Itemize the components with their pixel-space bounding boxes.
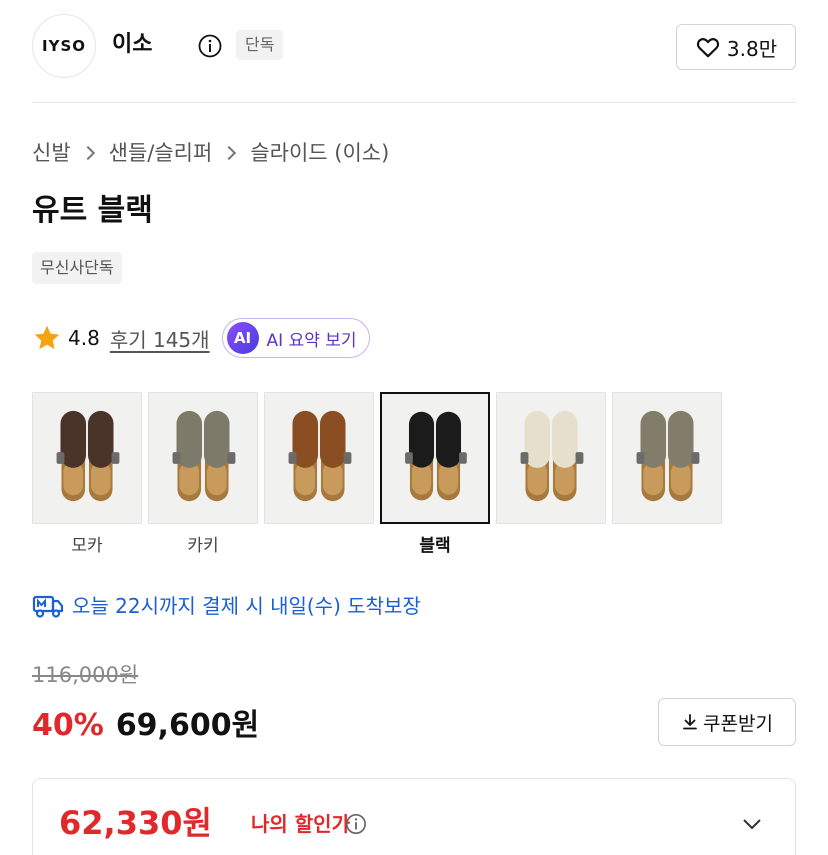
color-option-thumbnail[interactable] xyxy=(496,392,606,524)
info-icon[interactable] xyxy=(345,813,367,835)
clog-pair-image xyxy=(288,410,352,502)
clog-pair-image xyxy=(405,411,467,501)
chevron-right-icon xyxy=(80,145,95,161)
my-price-label: 나의 할인가 xyxy=(251,812,350,836)
color-option-thumbnail[interactable] xyxy=(380,392,490,524)
sale-price: 69,600원 xyxy=(115,708,260,743)
breadcrumb-item-slide[interactable]: 슬라이드 (이소) xyxy=(250,138,389,168)
color-option[interactable]: 블랙 xyxy=(380,392,490,558)
color-option-label: 모카 xyxy=(71,536,103,556)
rating-score: 4.8 xyxy=(68,326,100,350)
clog-pair-image xyxy=(56,410,120,502)
chevron-down-icon[interactable] xyxy=(741,813,763,835)
color-options: 모카 카키 블랙 xyxy=(32,392,722,558)
breadcrumb-item-sandals[interactable]: 샌들/슬리퍼 xyxy=(109,138,213,168)
clog-pair-image xyxy=(636,410,700,502)
delivery-guarantee: 오늘 22시까지 결제 시 내일(수) 도착보장 xyxy=(32,590,421,622)
divider xyxy=(32,102,796,103)
like-count: 3.8만 xyxy=(726,36,778,61)
clog-pair-image xyxy=(172,410,236,502)
color-option-thumbnail[interactable] xyxy=(264,392,374,524)
review-count-link[interactable]: 후기 145개 xyxy=(110,324,210,353)
brand-logo[interactable]: IYSO xyxy=(32,14,96,78)
star-icon xyxy=(34,325,60,350)
brand-header: IYSO 이소 단독 3.8만 xyxy=(32,14,796,78)
brand-exclusive-badge: 단독 xyxy=(236,30,284,60)
color-option[interactable] xyxy=(496,392,606,558)
color-option-thumbnail[interactable] xyxy=(148,392,258,524)
info-icon[interactable] xyxy=(198,34,222,58)
color-option-label: 블랙 xyxy=(419,536,451,556)
heart-icon xyxy=(696,38,719,58)
color-option[interactable]: 카키 xyxy=(148,392,258,558)
color-option[interactable]: 모카 xyxy=(32,392,142,558)
color-option[interactable] xyxy=(612,392,722,558)
color-option-thumbnail[interactable] xyxy=(612,392,722,524)
brand-name[interactable]: 이소 xyxy=(112,30,152,60)
delivery-text: 오늘 22시까지 결제 시 내일(수) 도착보장 xyxy=(72,594,421,618)
color-option[interactable] xyxy=(264,392,374,558)
coupon-button[interactable]: 쿠폰받기 xyxy=(658,698,796,746)
breadcrumb: 신발 샌들/슬리퍼 슬라이드 (이소) xyxy=(32,138,389,168)
product-title: 유트 블랙 xyxy=(32,193,153,228)
my-price-value: 62,330원 xyxy=(59,804,212,842)
ai-icon: AI xyxy=(226,322,259,354)
chevron-right-icon xyxy=(222,145,237,161)
breadcrumb-item-shoes[interactable]: 신발 xyxy=(32,138,71,168)
price-row: 40% 69,600원 xyxy=(32,700,259,744)
clog-pair-image xyxy=(520,410,584,502)
ai-summary-button[interactable]: AI AI 요약 보기 xyxy=(221,318,370,358)
color-option-thumbnail[interactable] xyxy=(32,392,142,524)
exclusive-badge: 무신사단독 xyxy=(32,252,122,284)
rating-row: 4.8 후기 145개 AI AI 요약 보기 xyxy=(32,318,370,358)
coupon-label: 쿠폰받기 xyxy=(703,712,773,735)
discount-rate: 40% xyxy=(32,708,104,743)
color-option-label: 카키 xyxy=(187,536,219,556)
original-price: 116,000원 xyxy=(32,663,139,687)
ai-summary-label: AI 요약 보기 xyxy=(266,330,357,351)
download-icon xyxy=(683,714,697,730)
truck-icon xyxy=(32,595,64,618)
like-button[interactable]: 3.8만 xyxy=(676,24,796,70)
my-price-card[interactable]: 62,330원 나의 할인가 xyxy=(32,778,796,855)
